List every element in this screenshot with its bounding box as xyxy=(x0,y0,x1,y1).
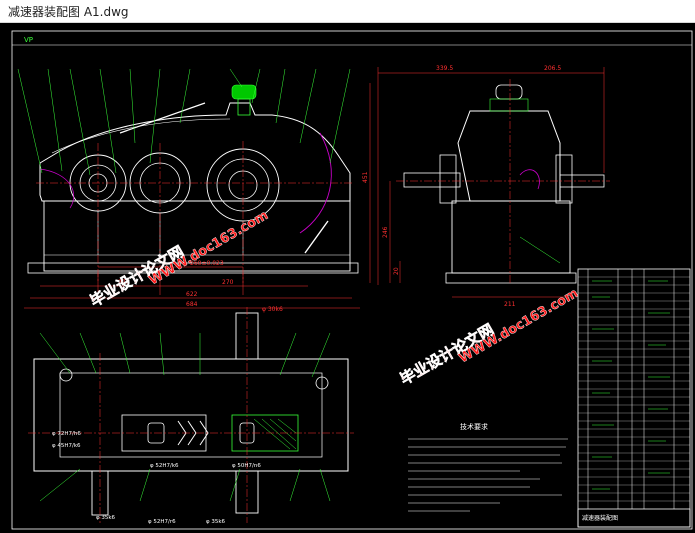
title-bar: 减速器装配图 A1.dwg xyxy=(0,0,695,23)
fit-45: φ 45H7/k6 xyxy=(52,443,81,449)
fit-52-k6: φ 52H7/k6 xyxy=(150,463,179,469)
plan-bolt-1 xyxy=(59,368,73,382)
watermark-site-1: WWW.doc163.com xyxy=(147,208,272,289)
parts-list-frame xyxy=(577,268,691,528)
side-input-shaft xyxy=(403,172,461,188)
dim-211: 211 xyxy=(504,301,516,308)
watermark-site-2: WWW.doc163.com xyxy=(457,286,582,367)
front-section-curve-2 xyxy=(39,168,75,209)
fit-35-right: φ 35k6 xyxy=(206,519,226,525)
plan-leaders xyxy=(39,332,331,502)
side-breather xyxy=(495,84,523,100)
dim-622: 622 xyxy=(186,291,198,298)
title-block-label: 减速器装配图 xyxy=(582,514,618,522)
dim-684: 684 xyxy=(186,301,198,308)
side-dim-lines xyxy=(369,67,605,298)
drawing-canvas[interactable]: VP 270 270 260±0.023 622 684 φ 30k6 339.… xyxy=(0,23,695,533)
front-cover-line xyxy=(51,118,231,154)
front-view: 270 270 260±0.023 622 684 φ 30k6 xyxy=(17,68,360,313)
plan-view: φ 72H7/h6 φ 45H7/k6 φ 52H7/k6 φ 35k6 φ 5… xyxy=(28,307,354,525)
side-leader-1 xyxy=(519,236,561,264)
plan-gear-hatch xyxy=(253,418,297,450)
breather-cap xyxy=(231,84,257,100)
dim-20: 20 xyxy=(393,267,400,275)
cad-window: 减速器装配图 A1.dwg VP 270 270 260±0.023 622 6… xyxy=(0,0,695,533)
front-housing-outline xyxy=(39,102,351,202)
breather-body xyxy=(237,98,251,116)
fit-72: φ 72H7/h6 xyxy=(52,431,81,437)
side-section-curve xyxy=(519,169,540,190)
dim-bore: φ 30k6 xyxy=(262,306,283,313)
parts-list-text-marks xyxy=(592,280,670,490)
dim-270-right: 270 xyxy=(222,279,234,286)
watermark-2: WWW.doc163.com xyxy=(146,208,272,289)
watermark-4: WWW.doc163.com xyxy=(456,286,582,367)
tech-req-lines xyxy=(408,438,568,512)
technical-requirements: 技术要求 xyxy=(408,422,568,512)
side-housing-outline xyxy=(457,110,561,202)
window-title: 减速器装配图 A1.dwg xyxy=(8,5,129,19)
fit-52-r6: φ 52H7/r6 xyxy=(148,519,176,525)
side-breather-base xyxy=(489,98,529,112)
dipstick xyxy=(304,220,329,254)
dim-206-5: 206.5 xyxy=(544,65,561,72)
side-foot xyxy=(445,272,577,284)
fit-35-left: φ 35k6 xyxy=(96,515,116,521)
tech-req-title: 技术要求 xyxy=(460,422,488,431)
dim-451: 451 xyxy=(362,171,369,183)
side-right-cover xyxy=(555,154,573,204)
dim-339-5: 339.5 xyxy=(436,65,453,72)
fit-50: φ 50H7/n6 xyxy=(232,463,261,469)
side-view: 339.5 206.5 211 451 246 20 xyxy=(362,65,610,308)
side-base xyxy=(451,200,571,274)
parts-list: 减速器装配图 xyxy=(577,268,691,528)
layout-tab-label[interactable]: VP xyxy=(24,36,33,44)
side-left-cover xyxy=(439,154,457,204)
dim-246: 246 xyxy=(382,226,389,238)
